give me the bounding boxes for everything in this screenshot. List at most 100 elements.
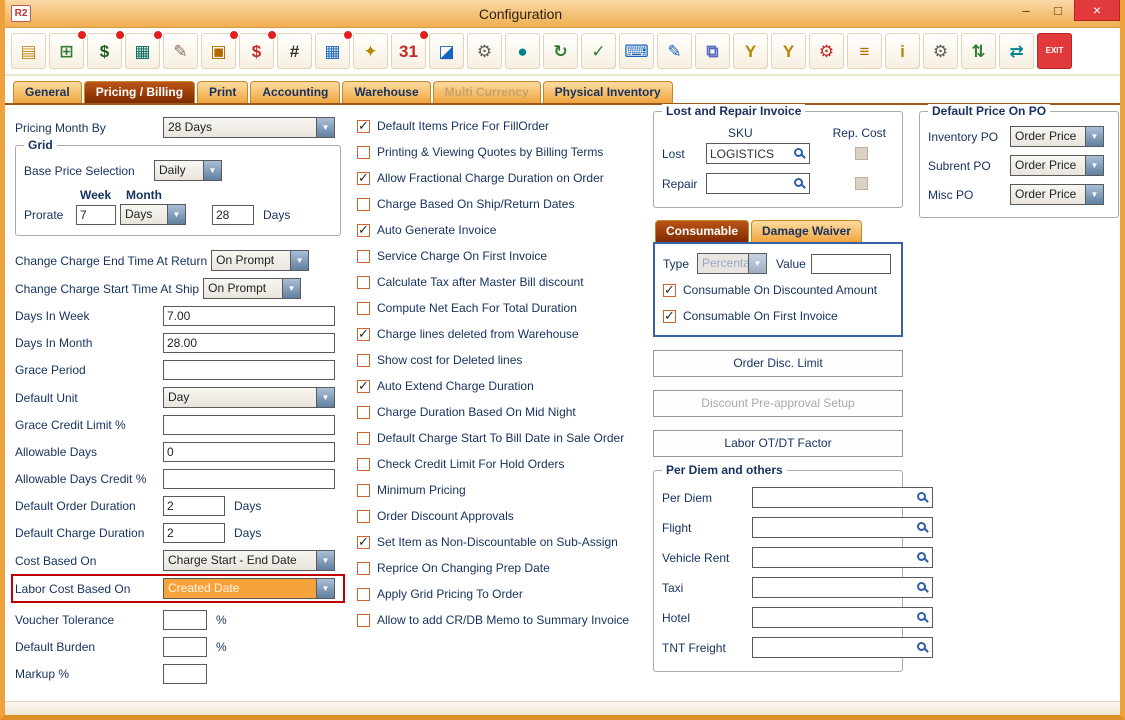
close-button[interactable]: × xyxy=(1074,0,1120,21)
option-checkbox-charge-duration-based-on-mid-night[interactable] xyxy=(357,406,370,419)
vehicle-rent-input[interactable] xyxy=(753,551,914,565)
option-checkbox-show-cost-for-deleted-lines[interactable] xyxy=(357,354,370,367)
consumable-option-checkbox-consumable-on-discounted-amount[interactable] xyxy=(663,284,676,297)
lost-sku-input[interactable] xyxy=(707,147,791,161)
option-checkbox-compute-net-each-for-total-duration[interactable] xyxy=(357,302,370,315)
tab-physical-inventory[interactable]: Physical Inventory xyxy=(543,81,673,103)
option-checkbox-order-discount-approvals[interactable] xyxy=(357,510,370,523)
option-checkbox-service-charge-on-first-invoice[interactable] xyxy=(357,250,370,263)
voucher-tolerance-input[interactable] xyxy=(163,610,207,630)
option-checkbox-allow-fractional-charge-duration-on-order[interactable] xyxy=(357,172,370,185)
option-checkbox-apply-grid-pricing-to-order[interactable] xyxy=(357,588,370,601)
base-price-selection-dropdown[interactable]: Daily xyxy=(154,160,222,181)
repair-sku-field[interactable] xyxy=(706,173,810,194)
tab-print[interactable]: Print xyxy=(197,81,248,103)
trophy-alt-icon[interactable]: Y xyxy=(771,33,806,69)
tab-warehouse[interactable]: Warehouse xyxy=(342,81,430,103)
hotel-field[interactable] xyxy=(752,607,933,628)
flight-field[interactable] xyxy=(752,517,933,538)
cash-register-icon[interactable]: $ xyxy=(87,33,122,69)
repair-search-icon[interactable] xyxy=(791,174,809,193)
invoice-dollar-icon[interactable]: $ xyxy=(239,33,274,69)
order-disc-limit-button[interactable]: Order Disc. Limit xyxy=(653,350,903,377)
tab-pricing-billing[interactable]: Pricing / Billing xyxy=(84,81,195,103)
option-checkbox-minimum-pricing[interactable] xyxy=(357,484,370,497)
minimize-button[interactable]: – xyxy=(1010,0,1042,21)
option-checkbox-auto-generate-invoice[interactable] xyxy=(357,224,370,237)
option-checkbox-set-item-as-non-discountable-on-sub-assign[interactable] xyxy=(357,536,370,549)
change-charge-start-time-arrow-icon[interactable] xyxy=(282,279,300,298)
taxi-input[interactable] xyxy=(753,581,914,595)
lost-search-icon[interactable] xyxy=(791,144,809,163)
option-checkbox-auto-extend-charge-duration[interactable] xyxy=(357,380,370,393)
value-input[interactable] xyxy=(811,254,891,274)
sync-document-icon[interactable]: ↻ xyxy=(543,33,578,69)
labor-cost-based-on-dropdown[interactable]: Created Date xyxy=(163,578,335,599)
calculator-icon[interactable]: ⊞ xyxy=(49,33,84,69)
hotel-input[interactable] xyxy=(753,611,914,625)
subrent-po-dropdown[interactable]: Order Price xyxy=(1010,155,1104,176)
taxi-field[interactable] xyxy=(752,577,933,598)
save-icon[interactable]: ▤ xyxy=(11,33,46,69)
prorate-unit-arrow-icon[interactable] xyxy=(167,205,185,224)
flight-search-icon[interactable] xyxy=(914,518,932,537)
table-grid-icon[interactable]: # xyxy=(277,33,312,69)
option-checkbox-charge-based-on-ship-return-dates[interactable] xyxy=(357,198,370,211)
taxi-search-icon[interactable] xyxy=(914,578,932,597)
exit-icon[interactable]: EXIT xyxy=(1037,33,1072,69)
allowable-days-credit-input[interactable] xyxy=(163,469,335,489)
orders-folder-icon[interactable]: ▣ xyxy=(201,33,236,69)
base-price-selection-arrow-icon[interactable] xyxy=(203,161,221,180)
misc-po-arrow-icon[interactable] xyxy=(1085,185,1103,204)
days-in-week-input[interactable] xyxy=(163,306,335,326)
change-charge-start-time-dropdown[interactable]: On Prompt xyxy=(203,278,301,299)
option-checkbox-default-items-price-for-fillorder[interactable] xyxy=(357,120,370,133)
notes-icon[interactable]: ≡ xyxy=(847,33,882,69)
transfer-icon[interactable]: ⇄ xyxy=(999,33,1034,69)
consumable-option-checkbox-consumable-on-first-invoice[interactable] xyxy=(663,310,676,323)
markup-input[interactable] xyxy=(163,664,207,684)
tab-damage-waiver[interactable]: Damage Waiver xyxy=(751,220,862,242)
tab-consumable[interactable]: Consumable xyxy=(655,220,749,242)
prorate-month-input[interactable] xyxy=(212,205,254,225)
per-diem-search-icon[interactable] xyxy=(914,488,932,507)
option-checkbox-default-charge-start-to-bill-date-in-sale-order[interactable] xyxy=(357,432,370,445)
vehicle-rent-field[interactable] xyxy=(752,547,933,568)
labor-ot-dt-factor-button[interactable]: Labor OT/DT Factor xyxy=(653,430,903,457)
default-burden-input[interactable] xyxy=(163,637,207,657)
vehicle-rent-search-icon[interactable] xyxy=(914,548,932,567)
labor-cost-based-on-arrow-icon[interactable] xyxy=(316,579,334,598)
prorate-week-input[interactable] xyxy=(76,205,116,225)
repair-sku-input[interactable] xyxy=(707,177,791,191)
grace-period-input[interactable] xyxy=(163,360,335,380)
cost-based-on-arrow-icon[interactable] xyxy=(316,551,334,570)
misc-po-dropdown[interactable]: Order Price xyxy=(1010,184,1104,205)
handshake-icon[interactable]: ✦ xyxy=(353,33,388,69)
option-checkbox-charge-lines-deleted-from-warehouse[interactable] xyxy=(357,328,370,341)
keyboard-icon[interactable]: ⌨ xyxy=(619,33,654,69)
tnt-freight-input[interactable] xyxy=(753,641,914,655)
option-checkbox-allow-to-add-cr-db-memo-to-summary-invoice[interactable] xyxy=(357,614,370,627)
allowable-days-input[interactable] xyxy=(163,442,335,462)
default-unit-dropdown[interactable]: Day xyxy=(163,387,335,408)
option-checkbox-reprice-on-changing-prep-date[interactable] xyxy=(357,562,370,575)
spreadsheet-icon[interactable]: ▦ xyxy=(315,33,350,69)
tab-general[interactable]: General xyxy=(13,81,82,103)
edit-document-icon[interactable]: ✎ xyxy=(163,33,198,69)
settings-gear-icon[interactable]: ⚙ xyxy=(923,33,958,69)
globe-icon[interactable]: ● xyxy=(505,33,540,69)
lost-sku-field[interactable] xyxy=(706,143,810,164)
per-diem-field[interactable] xyxy=(752,487,933,508)
prorate-unit-dropdown[interactable]: Days xyxy=(120,204,186,225)
billing-calendar-icon[interactable]: ▦ xyxy=(125,33,160,69)
option-checkbox-printing-viewing-quotes-by-billing-terms[interactable] xyxy=(357,146,370,159)
tnt-freight-field[interactable] xyxy=(752,637,933,658)
person-icon[interactable]: i xyxy=(885,33,920,69)
inventory-po-arrow-icon[interactable] xyxy=(1085,127,1103,146)
change-charge-end-time-dropdown[interactable]: On Prompt xyxy=(211,250,309,271)
trophy-icon[interactable]: Y xyxy=(733,33,768,69)
tnt-freight-search-icon[interactable] xyxy=(914,638,932,657)
default-unit-arrow-icon[interactable] xyxy=(316,388,334,407)
hotel-search-icon[interactable] xyxy=(914,608,932,627)
days-in-month-input[interactable] xyxy=(163,333,335,353)
